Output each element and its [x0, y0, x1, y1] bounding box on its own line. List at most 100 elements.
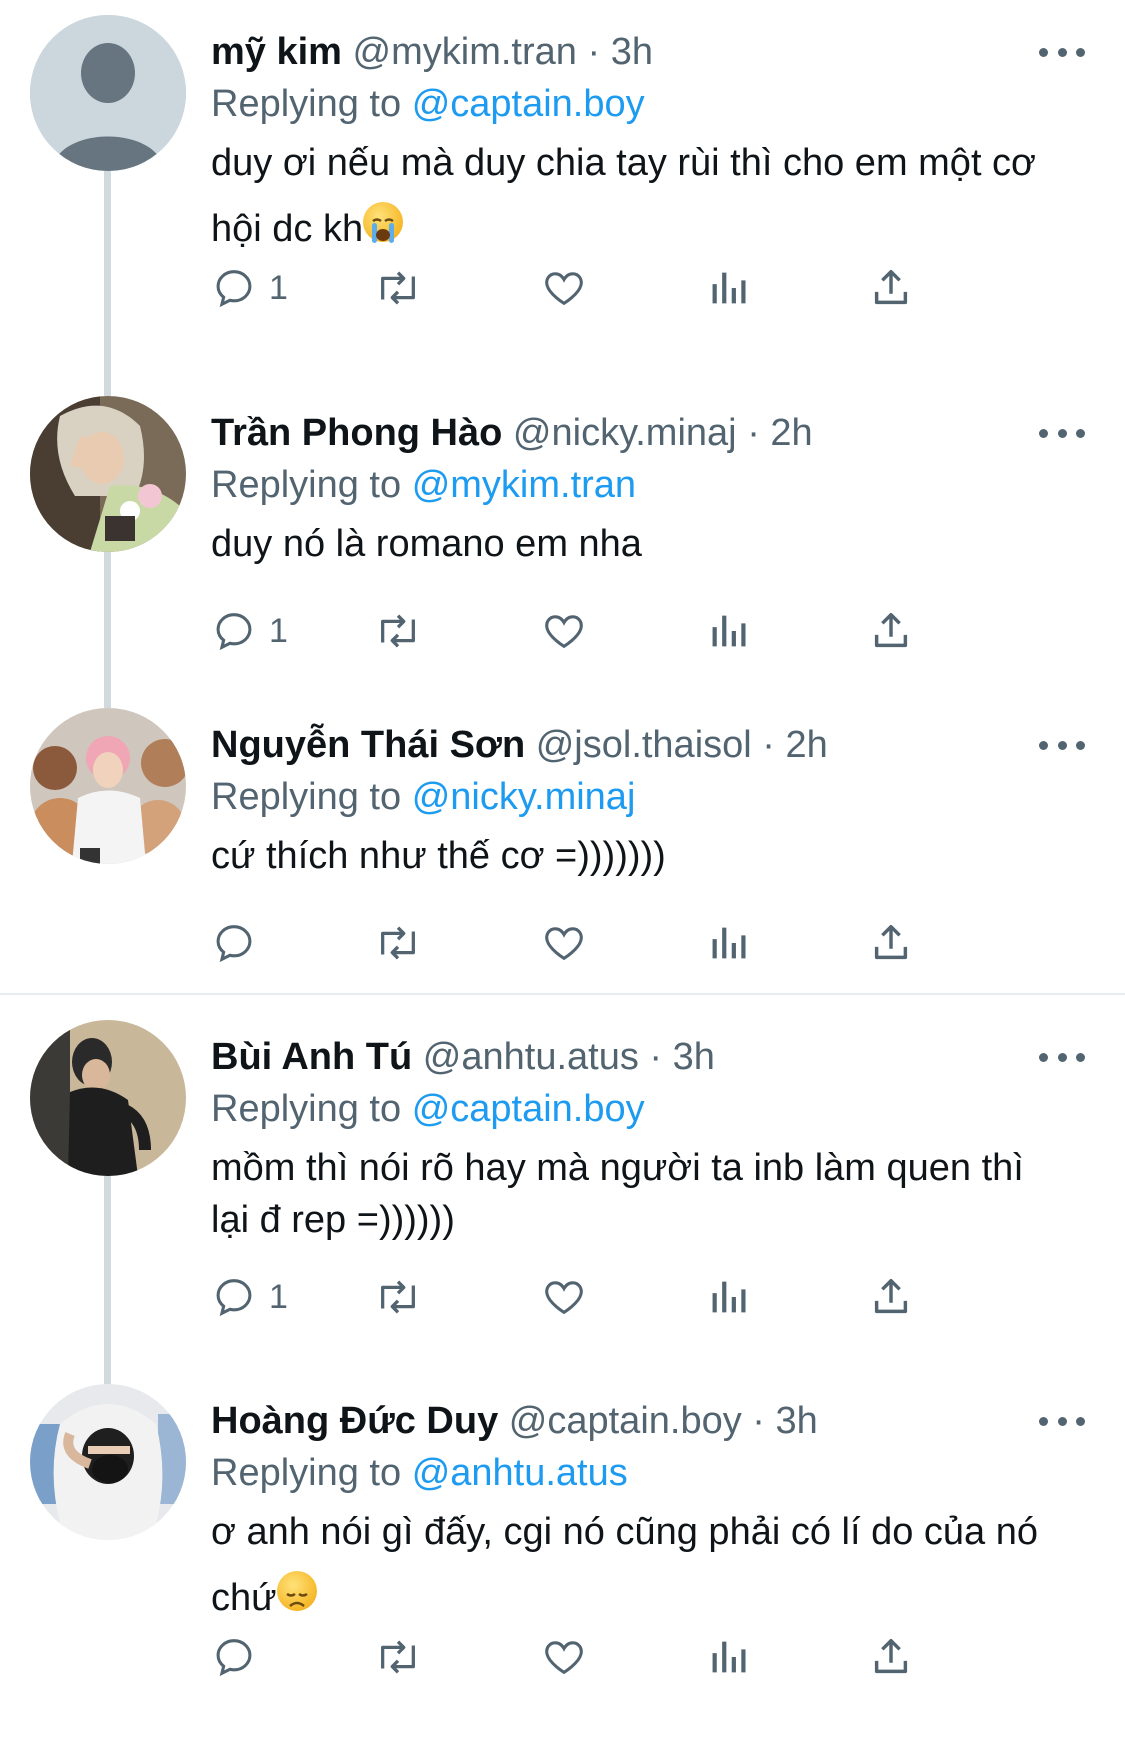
timestamp[interactable]: 3h: [611, 31, 653, 73]
share-button[interactable]: [868, 1272, 914, 1322]
replying-to: Replying to @nicky.minaj: [211, 774, 635, 820]
mention-link[interactable]: @anhtu.atus: [412, 1452, 628, 1494]
user-photo-avatar: [30, 396, 186, 552]
heart-icon: [545, 615, 583, 649]
display-name[interactable]: mỹ kim: [211, 31, 342, 73]
action-bar: 1: [211, 1272, 1001, 1322]
avatar[interactable]: [30, 396, 186, 552]
reply-icon: [216, 925, 252, 963]
user-handle[interactable]: @anhtu.atus: [423, 1036, 639, 1078]
like-button[interactable]: [541, 606, 587, 656]
share-icon: [874, 924, 908, 960]
share-button[interactable]: [868, 918, 914, 968]
thread-line: [104, 171, 111, 396]
display-name[interactable]: Trần Phong Hào: [211, 412, 502, 454]
mention-link[interactable]: @mykim.tran: [412, 464, 636, 506]
display-name[interactable]: Hoàng Đức Duy: [211, 1400, 498, 1442]
avatar[interactable]: [30, 15, 186, 171]
reply-button[interactable]: [211, 918, 269, 968]
tweet[interactable]: Nguyễn Thái Sơn @jsol.thaisol · 2h Reply…: [0, 708, 1125, 978]
replying-to: Replying to @mykim.tran: [211, 462, 636, 508]
analytics-icon: [712, 1281, 746, 1313]
mention-link[interactable]: @captain.boy: [412, 1088, 645, 1130]
disappointed-face-emoji: [276, 1571, 317, 1611]
reply-button[interactable]: 1: [211, 263, 288, 313]
like-button[interactable]: [541, 263, 587, 313]
share-icon: [874, 269, 908, 305]
user-handle[interactable]: @mykim.tran: [353, 31, 577, 73]
share-icon: [874, 1638, 908, 1674]
reply-count: 1: [269, 611, 288, 650]
mention-link[interactable]: @nicky.minaj: [412, 776, 636, 818]
tweet[interactable]: mỹ kim @mykim.tran · 3h Replying to @cap…: [0, 15, 1125, 396]
share-button[interactable]: [868, 1632, 914, 1682]
tweet-text: duy nó là romano em nha: [211, 511, 1051, 577]
reply-icon: [216, 1639, 252, 1677]
tweet-header: Trần Phong Hào @nicky.minaj · 2h: [211, 410, 1065, 456]
like-button[interactable]: [541, 1632, 587, 1682]
timestamp[interactable]: 3h: [776, 1400, 818, 1442]
analytics-button[interactable]: [707, 606, 753, 656]
analytics-button[interactable]: [707, 1632, 753, 1682]
like-button[interactable]: [541, 1272, 587, 1322]
timestamp[interactable]: 2h: [770, 412, 812, 454]
replying-prefix: Replying to: [211, 1088, 402, 1130]
display-name[interactable]: Bùi Anh Tú: [211, 1036, 412, 1078]
more-options-icon[interactable]: [1039, 1042, 1085, 1072]
meta-separator: ·: [649, 1036, 663, 1078]
analytics-button[interactable]: [707, 918, 753, 968]
share-icon: [874, 612, 908, 648]
replying-prefix: Replying to: [211, 464, 402, 506]
mention-link[interactable]: @captain.boy: [412, 83, 645, 125]
avatar[interactable]: [30, 708, 186, 864]
retweet-button[interactable]: [373, 1632, 423, 1682]
analytics-button[interactable]: [707, 263, 753, 313]
user-handle[interactable]: @captain.boy: [509, 1400, 742, 1442]
analytics-button[interactable]: [707, 1272, 753, 1322]
share-button[interactable]: [868, 606, 914, 656]
retweet-icon: [381, 1640, 415, 1674]
timestamp[interactable]: 3h: [673, 1036, 715, 1078]
tweet-text: mồm thì nói rõ hay mà người ta inb làm q…: [211, 1142, 1051, 1246]
user-handle[interactable]: @nicky.minaj: [513, 412, 737, 454]
tweet-text: cứ thích như thế cơ =))))))): [211, 823, 1051, 889]
replying-to: Replying to @captain.boy: [211, 81, 645, 127]
heart-icon: [545, 1641, 583, 1675]
retweet-button[interactable]: [373, 918, 423, 968]
analytics-icon: [712, 615, 746, 647]
display-name[interactable]: Nguyễn Thái Sơn: [211, 724, 525, 766]
heart-icon: [545, 1281, 583, 1315]
retweet-icon: [381, 1280, 415, 1314]
meta-separator: ·: [747, 412, 760, 454]
tweet[interactable]: Hoàng Đức Duy @captain.boy · 3h Replying…: [0, 1384, 1125, 1724]
reply-button[interactable]: 1: [211, 606, 288, 656]
reply-icon: [216, 613, 252, 651]
retweet-button[interactable]: [373, 1272, 423, 1322]
more-options-icon[interactable]: [1039, 37, 1085, 67]
timestamp[interactable]: 2h: [786, 724, 828, 766]
retweet-button[interactable]: [373, 263, 423, 313]
user-handle[interactable]: @jsol.thaisol: [536, 724, 752, 766]
share-icon: [874, 1278, 908, 1314]
reply-count: 1: [269, 268, 288, 307]
tweet-text-content: duy nó là romano em nha: [211, 523, 642, 565]
more-options-icon[interactable]: [1039, 1406, 1085, 1436]
more-options-icon[interactable]: [1039, 418, 1085, 448]
reply-count: 1: [269, 1277, 288, 1316]
retweet-button[interactable]: [373, 606, 423, 656]
more-options-icon[interactable]: [1039, 730, 1085, 760]
reply-icon: [216, 270, 252, 308]
retweet-icon: [381, 271, 415, 305]
meta-separator: ·: [752, 1400, 765, 1442]
tweet[interactable]: Bùi Anh Tú @anhtu.atus · 3h Replying to …: [0, 1020, 1125, 1396]
tweet-header: Hoàng Đức Duy @captain.boy · 3h: [211, 1398, 1065, 1444]
avatar[interactable]: [30, 1384, 186, 1540]
thread-line: [104, 552, 111, 708]
like-button[interactable]: [541, 918, 587, 968]
reply-button[interactable]: 1: [211, 1272, 288, 1322]
tweet[interactable]: Trần Phong Hào @nicky.minaj · 2h Replyin…: [0, 366, 1125, 708]
reply-button[interactable]: [211, 1632, 269, 1682]
share-button[interactable]: [868, 263, 914, 313]
meta-separator: ·: [762, 724, 775, 766]
avatar[interactable]: [30, 1020, 186, 1176]
